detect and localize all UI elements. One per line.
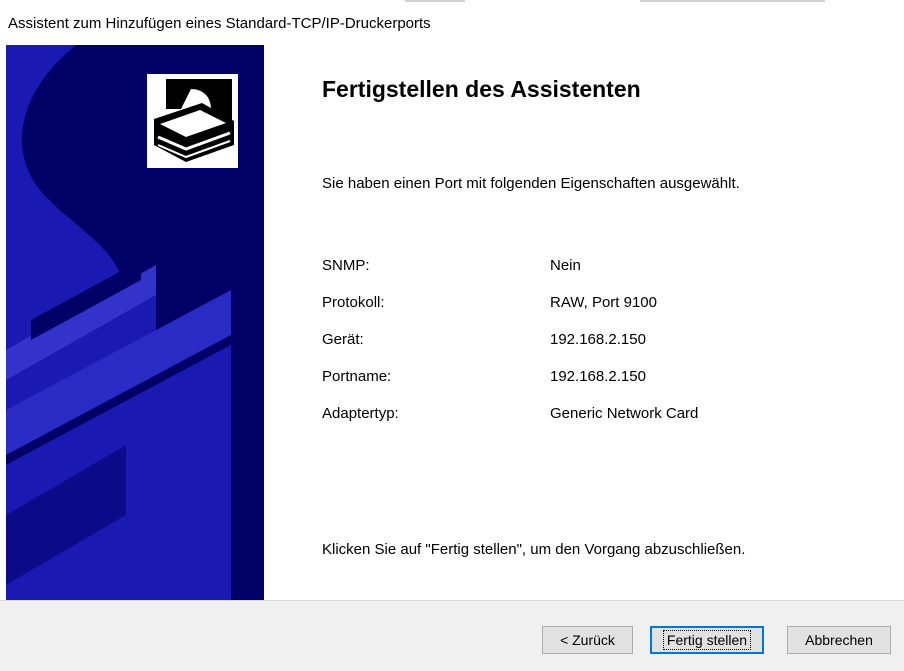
- finish-button-label: Fertig stellen: [662, 630, 752, 650]
- wizard-content: Fertigstellen des Assistenten Sie haben …: [0, 45, 904, 600]
- property-label: Protokoll:: [322, 294, 385, 311]
- property-value: 192.168.2.150: [550, 368, 646, 385]
- property-label: Gerät:: [322, 331, 364, 348]
- cancel-button[interactable]: Abbrechen: [787, 626, 891, 654]
- property-value: Nein: [550, 257, 581, 274]
- top-edge-hint: [405, 0, 465, 2]
- button-bar: < Zurück Fertig stellen Abbrechen: [0, 600, 904, 671]
- printer-wizard-graphic: [6, 45, 264, 600]
- finish-button[interactable]: Fertig stellen: [650, 626, 764, 654]
- page-heading: Fertigstellen des Assistenten: [322, 76, 641, 102]
- printer-icon: [147, 74, 238, 168]
- back-button-label: < Zurück: [560, 632, 615, 648]
- property-value: 192.168.2.150: [550, 331, 646, 348]
- property-label: SNMP:: [322, 257, 370, 274]
- top-edge-hint: [640, 0, 825, 2]
- property-value: Generic Network Card: [550, 405, 699, 422]
- back-button[interactable]: < Zurück: [542, 626, 633, 654]
- property-label: Adaptertyp:: [322, 405, 399, 422]
- property-value: RAW, Port 9100: [550, 294, 657, 311]
- intro-text: Sie haben einen Port mit folgenden Eigen…: [322, 175, 740, 192]
- property-label: Portname:: [322, 368, 392, 385]
- cancel-button-label: Abbrechen: [805, 632, 873, 648]
- title-bar: Assistent zum Hinzufügen eines Standard-…: [0, 5, 904, 45]
- finish-instruction: Klicken Sie auf "Fertig stellen", um den…: [322, 541, 746, 558]
- window-title: Assistent zum Hinzufügen eines Standard-…: [8, 15, 431, 32]
- wizard-window: Assistent zum Hinzufügen eines Standard-…: [0, 0, 904, 671]
